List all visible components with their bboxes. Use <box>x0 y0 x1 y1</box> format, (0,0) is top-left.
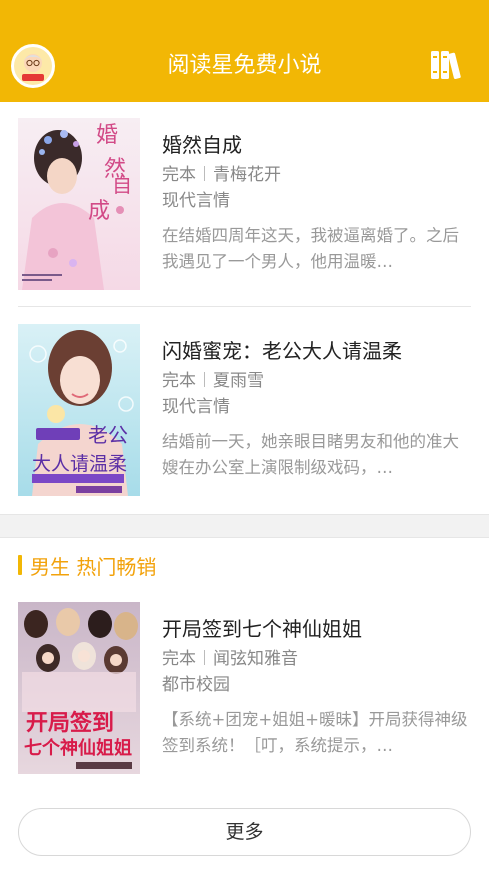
book-category: 现代言情 <box>162 397 230 417</box>
book-item[interactable]: 婚 然 自 成 婚然自成 完本 青梅花开 现代言情 在结婚四周年这天，我被逼离婚了… <box>0 118 489 308</box>
cover-title-char: 七个神仙姐姐 <box>24 737 132 759</box>
cover-title-char: 开局签到 <box>26 710 114 736</box>
book-item[interactable]: 老公 大人请温柔 闪婚蜜宠：老公大人请温柔 完本 夏雨雪 现代言情 结婚前一天，她… <box>0 324 489 514</box>
book-cover[interactable]: 老公 大人请温柔 <box>18 324 140 496</box>
section-title: 男生 热门畅销 <box>30 554 157 579</box>
book-status: 完本 <box>162 165 196 185</box>
book-description: 在结婚四周年这天，我被逼离婚了。之后我遇见了一个男人，他用温暖… <box>162 226 459 271</box>
book-author: 夏雨雪 <box>213 371 264 391</box>
book-description: 【系统+团宠+姐姐+暖昧】开局获得神级签到系统！［叮，系统提示，… <box>162 710 468 755</box>
divider <box>18 306 471 307</box>
more-button[interactable]: 更多 <box>18 808 471 856</box>
bookshelf-icon[interactable] <box>430 49 466 81</box>
book-author: 青梅花开 <box>213 165 281 185</box>
book-status: 完本 <box>162 371 196 391</box>
book-description: 结婚前一天，她亲眼目睹男友和他的准大嫂在办公室上演限制级戏码，… <box>162 432 459 477</box>
section-accent-bar <box>18 555 22 575</box>
cover-title-char: 自 <box>112 173 132 197</box>
book-meta: 完本 青梅花开 <box>162 162 474 188</box>
app-title: 阅读星免费小说 <box>167 53 322 78</box>
app-header: 阅读星免费小说 <box>0 0 489 102</box>
cover-title-char: 成 <box>88 199 110 224</box>
book-status: 完本 <box>162 649 196 669</box>
meta-separator <box>204 166 205 181</box>
book-meta: 完本 闻弦知雅音 <box>162 646 474 672</box>
book-category: 都市校园 <box>162 675 230 695</box>
book-cover[interactable]: 开局签到 七个神仙姐姐 <box>18 602 140 774</box>
cover-title-char: 大人请温柔 <box>32 453 127 475</box>
book-title[interactable]: 婚然自成 <box>162 130 474 160</box>
book-item[interactable]: 开局签到 七个神仙姐姐 开局签到七个神仙姐姐 完本 闻弦知雅音 都市校园 【系统+… <box>0 602 489 792</box>
cover-title-char: 婚 <box>96 123 118 148</box>
cover-title-char: 老公 <box>88 423 128 447</box>
book-title[interactable]: 开局签到七个神仙姐姐 <box>162 614 474 644</box>
book-title[interactable]: 闪婚蜜宠：老公大人请温柔 <box>162 336 474 366</box>
book-meta: 完本 夏雨雪 <box>162 368 474 394</box>
book-cover[interactable]: 婚 然 自 成 <box>18 118 140 290</box>
section-header: 男生 热门畅销 <box>18 552 157 579</box>
meta-separator <box>204 650 205 665</box>
book-author: 闻弦知雅音 <box>213 649 298 669</box>
meta-separator <box>204 372 205 387</box>
section-gap <box>0 514 489 538</box>
book-category: 现代言情 <box>162 191 230 211</box>
